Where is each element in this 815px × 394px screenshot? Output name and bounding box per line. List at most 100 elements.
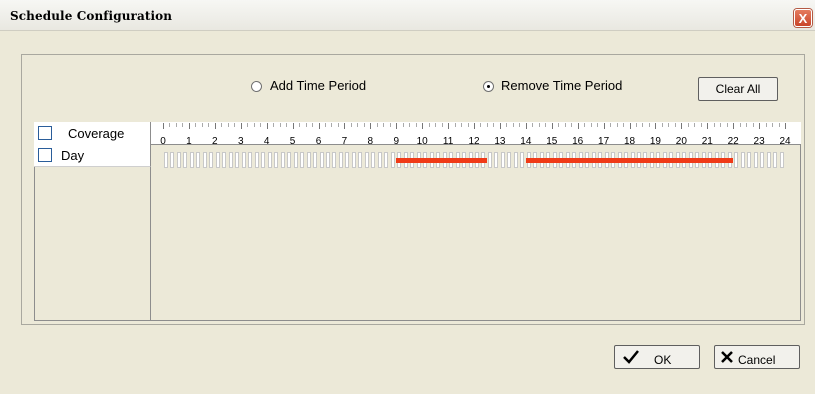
hour-major-tick: [163, 123, 164, 129]
time-slot[interactable]: [300, 152, 305, 168]
remove-time-period-radio[interactable]: [483, 81, 494, 92]
hour-minor-tick: [739, 123, 741, 127]
ok-button[interactable]: OK: [614, 345, 700, 369]
time-slot[interactable]: [228, 152, 233, 168]
time-slot[interactable]: [338, 152, 343, 168]
day-timeline[interactable]: [163, 152, 785, 168]
time-slot[interactable]: [241, 152, 246, 168]
hour-major-tick: [655, 123, 657, 129]
hour-minor-tick: [506, 123, 508, 127]
remove-time-period-label[interactable]: Remove Time Period: [501, 78, 622, 93]
time-slot[interactable]: [500, 152, 505, 168]
time-slot[interactable]: [779, 152, 784, 168]
add-time-period-radio[interactable]: [251, 81, 262, 92]
add-time-period-label[interactable]: Add Time Period: [270, 78, 366, 93]
hour-minor-tick: [493, 123, 495, 127]
hour-minor-tick: [616, 123, 618, 127]
scheduled-period-bar[interactable]: [525, 158, 734, 163]
time-slot[interactable]: [325, 152, 330, 168]
hour-minor-tick: [512, 123, 514, 127]
hour-minor-tick: [253, 123, 255, 127]
hour-minor-tick: [461, 123, 463, 127]
time-slot[interactable]: [183, 152, 188, 168]
time-slot[interactable]: [248, 152, 253, 168]
hour-minor-tick: [687, 123, 689, 127]
time-slot[interactable]: [189, 152, 194, 168]
time-slot[interactable]: [306, 152, 311, 168]
time-slot[interactable]: [487, 152, 492, 168]
time-slot[interactable]: [209, 152, 214, 168]
time-slot[interactable]: [202, 152, 207, 168]
time-slot[interactable]: [760, 152, 765, 168]
time-slot[interactable]: [332, 152, 337, 168]
time-slot[interactable]: [274, 152, 279, 168]
hour-major-tick: [344, 123, 346, 129]
hour-minor-tick: [674, 123, 676, 127]
time-slot[interactable]: [222, 152, 227, 168]
hour-minor-tick: [590, 123, 592, 127]
time-slot[interactable]: [196, 152, 201, 168]
coverage-header[interactable]: Coverage: [34, 122, 151, 145]
time-slot[interactable]: [520, 152, 525, 168]
time-slot[interactable]: [319, 152, 324, 168]
time-slot[interactable]: [267, 152, 272, 168]
time-slot[interactable]: [773, 152, 778, 168]
hour-minor-tick: [752, 123, 754, 127]
time-slot[interactable]: [507, 152, 512, 168]
time-slot[interactable]: [170, 152, 175, 168]
time-slot[interactable]: [377, 152, 382, 168]
time-slot[interactable]: [371, 152, 376, 168]
time-slot[interactable]: [513, 152, 518, 168]
time-slot[interactable]: [261, 152, 266, 168]
calendar-icon: [38, 148, 52, 162]
time-slot[interactable]: [293, 152, 298, 168]
day-row-header[interactable]: Day: [34, 144, 151, 167]
time-slot[interactable]: [345, 152, 350, 168]
hour-label: 24: [779, 136, 791, 147]
close-button[interactable]: X: [794, 9, 812, 27]
hour-label: 13: [494, 136, 506, 147]
hour-label: 14: [520, 136, 532, 147]
time-slot[interactable]: [176, 152, 181, 168]
hour-minor-tick: [389, 123, 391, 127]
time-slot[interactable]: [215, 152, 220, 168]
hour-minor-tick: [324, 123, 326, 127]
time-slot[interactable]: [313, 152, 318, 168]
time-slot[interactable]: [494, 152, 499, 168]
hour-minor-tick: [234, 123, 236, 127]
time-slot[interactable]: [753, 152, 758, 168]
time-slot[interactable]: [280, 152, 285, 168]
title-bar[interactable]: Schedule Configuration X: [0, 0, 815, 31]
hour-minor-tick: [357, 123, 359, 127]
hour-minor-tick: [584, 123, 586, 127]
hour-minor-tick: [299, 123, 301, 127]
scheduled-period-bar[interactable]: [396, 158, 487, 163]
time-slot[interactable]: [254, 152, 259, 168]
dialog-title: Schedule Configuration: [10, 9, 173, 23]
clear-all-button[interactable]: Clear All: [698, 77, 778, 101]
time-slot[interactable]: [740, 152, 745, 168]
time-slot[interactable]: [235, 152, 240, 168]
cancel-button[interactable]: Cancel: [714, 345, 800, 369]
hour-minor-tick: [337, 123, 339, 127]
hour-minor-tick: [286, 123, 288, 127]
hour-minor-tick: [772, 123, 774, 127]
time-slot[interactable]: [384, 152, 389, 168]
time-slot[interactable]: [747, 152, 752, 168]
time-slot[interactable]: [364, 152, 369, 168]
hour-minor-tick: [765, 123, 767, 127]
time-slot[interactable]: [390, 152, 395, 168]
time-slot[interactable]: [766, 152, 771, 168]
time-slot[interactable]: [164, 152, 168, 168]
time-slot[interactable]: [351, 152, 356, 168]
hour-major-tick: [292, 123, 294, 129]
time-slot[interactable]: [287, 152, 292, 168]
hour-label: 23: [753, 136, 765, 147]
time-slot[interactable]: [358, 152, 363, 168]
row-label-column: [34, 144, 151, 321]
hour-label: 21: [701, 136, 713, 147]
hour-minor-tick: [260, 123, 262, 127]
radio-selected-dot: [487, 85, 490, 88]
hour-major-tick: [577, 123, 579, 129]
time-slot[interactable]: [734, 152, 739, 168]
